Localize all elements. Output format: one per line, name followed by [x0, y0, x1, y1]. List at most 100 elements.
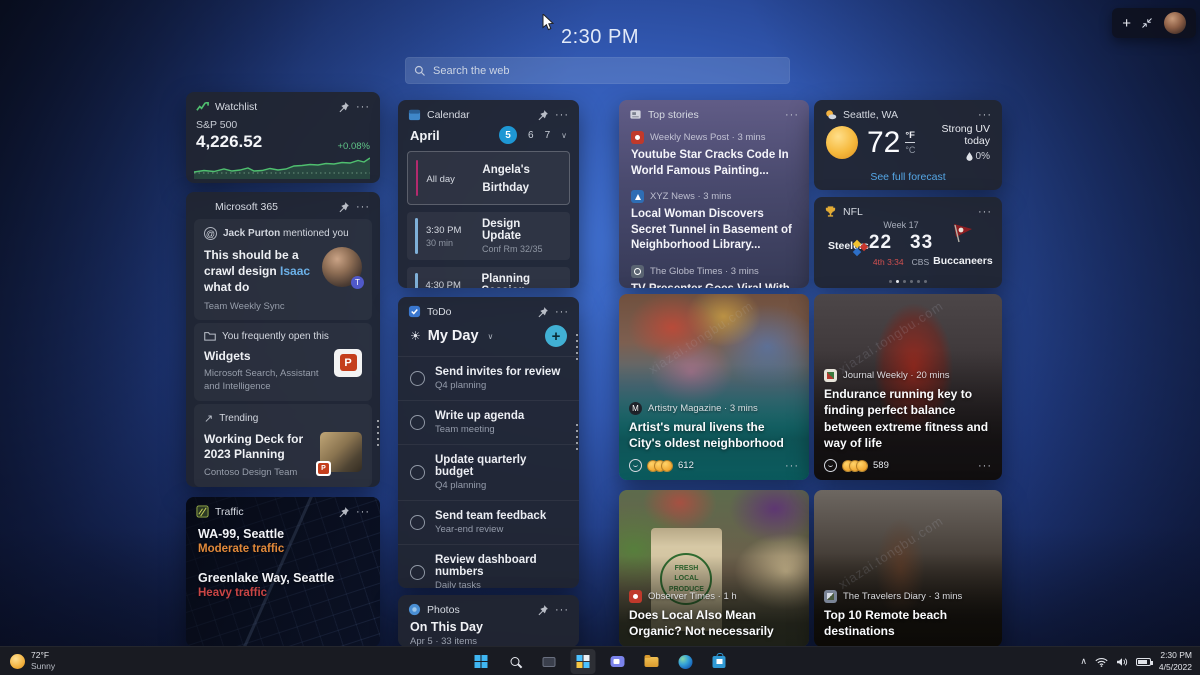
- weather-widget[interactable]: Seattle, WA ··· 72 °F °C Strong UV today…: [814, 100, 1002, 190]
- top-stories-widget[interactable]: Top stories ··· Weekly News Post · 3 min…: [619, 100, 809, 288]
- story-item[interactable]: XYZ News · 3 mins Local Woman Discovers …: [619, 186, 809, 261]
- task-checkbox[interactable]: [410, 515, 425, 530]
- team-home[interactable]: Steelers: [828, 236, 869, 256]
- taskbar-weather-button[interactable]: 72°F Sunny: [10, 650, 55, 672]
- mention-card[interactable]: @ Jack Purton mentioned you This should …: [194, 219, 372, 320]
- taskbar: 72°F Sunny ∧ 2:30 PM 4/5/2022: [0, 646, 1200, 675]
- pin-icon[interactable]: [338, 101, 350, 113]
- task-row[interactable]: Send team feedback Year-end review: [398, 500, 579, 544]
- calendar-event[interactable]: 3:30 PM 30 min Design Update Conf Rm 32/…: [407, 212, 570, 260]
- carousel-dots[interactable]: [814, 280, 1002, 283]
- story-item[interactable]: Weekly News Post · 3 mins Youtube Star C…: [619, 127, 809, 186]
- taskbar-clock[interactable]: 2:30 PM 4/5/2022: [1159, 650, 1192, 673]
- collapse-panel-icon[interactable]: [1141, 17, 1153, 29]
- team-away[interactable]: Buccaneers: [933, 220, 993, 267]
- more-options-button[interactable]: ···: [356, 506, 370, 517]
- news-card-journal[interactable]: Journal Weekly · 20 mins Endurance runni…: [814, 294, 1002, 480]
- game-status: 4th 3:34: [872, 257, 904, 267]
- web-search-bar[interactable]: [405, 57, 790, 84]
- reaction-emojis: [842, 459, 868, 472]
- add-reaction-icon[interactable]: [629, 459, 642, 472]
- battery-icon[interactable]: [1135, 657, 1153, 666]
- todo-widget[interactable]: ToDo ··· ☀ My Day ∨ + Send invites for r…: [398, 297, 579, 588]
- unit-celsius[interactable]: °C: [905, 145, 915, 155]
- scroll-indicator[interactable]: [576, 424, 578, 450]
- scroll-indicator[interactable]: [576, 334, 578, 360]
- task-checkbox[interactable]: [410, 415, 425, 430]
- more-options-button[interactable]: ···: [785, 109, 799, 120]
- news-card-travel[interactable]: The Travelers Diary · 3 mins Top 10 Remo…: [814, 490, 1002, 647]
- task-checkbox[interactable]: [410, 465, 425, 480]
- news-card-artist-mural[interactable]: M Artistry Magazine · 3 mins Artist's mu…: [619, 294, 809, 480]
- pin-icon[interactable]: [338, 201, 350, 213]
- pin-icon[interactable]: [537, 306, 549, 318]
- source-favicon: [824, 369, 837, 383]
- team-name: Buccaneers: [933, 255, 993, 267]
- task-row[interactable]: Send invites for review Q4 planning: [398, 356, 579, 400]
- more-options-button[interactable]: ···: [555, 109, 569, 120]
- store-button[interactable]: [707, 649, 732, 674]
- calendar-day[interactable]: 7: [545, 130, 551, 141]
- start-button[interactable]: [469, 649, 494, 674]
- sun-icon: ☀: [410, 329, 421, 343]
- widgets-button[interactable]: [570, 649, 596, 674]
- pin-icon[interactable]: [338, 506, 350, 518]
- news-card-organic[interactable]: FRESHLOCALPRODUCE Observer Times · 1 h D…: [619, 490, 809, 647]
- folder-icon: [644, 654, 658, 667]
- trending-card[interactable]: ↗ Trending Working Deck for 2023 Plannin…: [194, 403, 372, 487]
- file-explorer-button[interactable]: [639, 649, 664, 674]
- nfl-widget[interactable]: NFL ··· Steelers Week 17 22 33 4th 3:34 …: [814, 197, 1002, 288]
- more-options-button[interactable]: ···: [356, 101, 370, 112]
- task-checkbox[interactable]: [410, 371, 425, 386]
- contact-avatar: T: [322, 247, 364, 289]
- todo-icon: [408, 305, 421, 318]
- user-avatar[interactable]: [1163, 12, 1186, 34]
- add-widget-button[interactable]: +: [1122, 16, 1131, 31]
- more-options-button[interactable]: ···: [555, 306, 569, 317]
- task-row[interactable]: Update quarterly budget Q4 planning: [398, 444, 579, 500]
- more-options-button[interactable]: ···: [978, 109, 992, 120]
- calendar-event[interactable]: All day Angela's Birthday: [407, 151, 570, 205]
- more-options-button[interactable]: ···: [978, 206, 992, 217]
- more-options-button[interactable]: ···: [356, 201, 370, 212]
- task-checkbox[interactable]: [410, 565, 425, 580]
- mention-message: This should be a crawl design Isaac what…: [204, 248, 311, 295]
- watchlist-widget[interactable]: Watchlist ··· S&P 500 4,226.52 +0.08%: [186, 92, 380, 183]
- volume-icon[interactable]: [1116, 657, 1128, 667]
- chevron-down-icon[interactable]: ∨: [488, 332, 494, 341]
- more-options-button[interactable]: ···: [785, 460, 799, 471]
- task-row[interactable]: Write up agenda Team meeting: [398, 400, 579, 444]
- task-view-button[interactable]: [537, 649, 562, 674]
- calendar-widget[interactable]: Calendar ··· April 5 6 7 ∨ All day Angel…: [398, 100, 579, 288]
- pin-icon[interactable]: [537, 109, 549, 121]
- chat-icon: [610, 656, 624, 667]
- stock-sparkline: [194, 157, 370, 179]
- tray-chevron-up[interactable]: ∧: [1080, 656, 1087, 667]
- todo-list-name[interactable]: My Day: [428, 328, 479, 344]
- pin-icon[interactable]: [537, 604, 549, 616]
- traffic-widget[interactable]: Traffic ··· WA-99, Seattle Moderate traf…: [186, 497, 380, 647]
- scroll-indicator[interactable]: [377, 420, 379, 446]
- microsoft365-widget[interactable]: Microsoft 365 ··· @ Jack Purton mentione…: [186, 192, 380, 487]
- see-full-forecast-link[interactable]: See full forecast: [814, 171, 1002, 183]
- wifi-icon[interactable]: [1095, 657, 1108, 667]
- microsoft365-icon: [196, 200, 209, 213]
- add-task-button[interactable]: +: [545, 325, 567, 347]
- taskbar-search-button[interactable]: [503, 649, 528, 674]
- calendar-day-selected[interactable]: 5: [499, 126, 518, 144]
- story-item[interactable]: The Globe Times · 3 mins TV Presenter Go…: [619, 261, 809, 288]
- calendar-day[interactable]: 6: [528, 130, 534, 141]
- photos-widget[interactable]: Photos ··· On This Day Apr 5 · 33 items: [398, 595, 579, 647]
- task-row[interactable]: Review dashboard numbers Daily tasks: [398, 544, 579, 588]
- frequent-file-card[interactable]: You frequently open this Widgets Microso…: [194, 322, 372, 401]
- chevron-down-icon[interactable]: ∨: [561, 131, 567, 140]
- trending-doc-subtitle: Contoso Design Team: [204, 467, 298, 479]
- add-reaction-icon[interactable]: [824, 459, 837, 472]
- unit-fahrenheit[interactable]: °F: [905, 130, 916, 143]
- search-input[interactable]: [433, 64, 781, 77]
- more-options-button[interactable]: ···: [978, 460, 992, 471]
- edge-button[interactable]: [673, 649, 698, 674]
- chat-button[interactable]: [605, 649, 630, 674]
- calendar-event[interactable]: 4:30 PM 30 min Planning Session Conf Rm …: [407, 267, 570, 288]
- more-options-button[interactable]: ···: [555, 604, 569, 615]
